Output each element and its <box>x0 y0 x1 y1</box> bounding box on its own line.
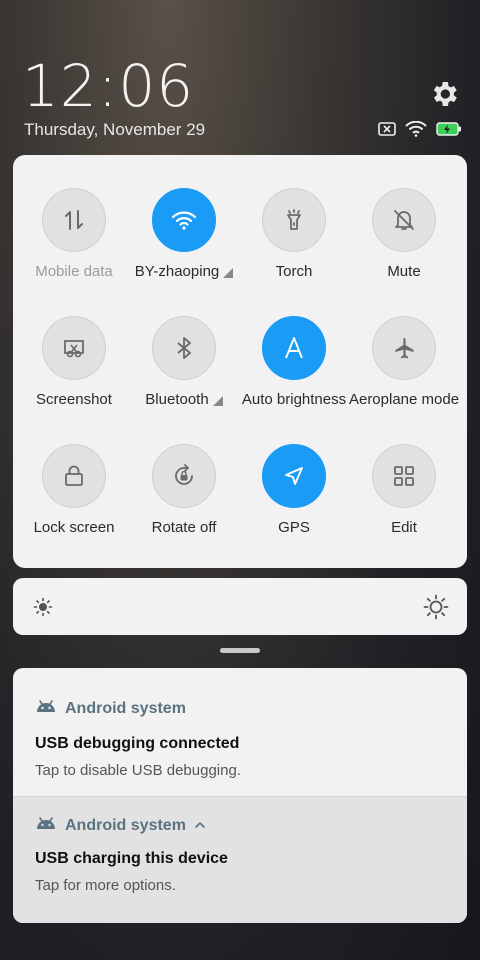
tile-label: Mobile data <box>35 263 113 280</box>
tile-label: Screenshot <box>36 391 112 408</box>
notification-card[interactable]: Android system USB debugging connected T… <box>13 668 467 796</box>
notification-title: USB debugging connected <box>35 735 240 752</box>
tile-lock-screen[interactable]: Lock screen <box>19 444 129 536</box>
tile-mute[interactable]: Mute <box>349 188 459 280</box>
sun-small-icon <box>33 597 53 622</box>
clock-time[interactable]: 12:06 <box>22 52 194 120</box>
tile-label: Aeroplane mode <box>348 391 460 408</box>
android-icon <box>35 815 57 836</box>
tile-aeroplane[interactable]: Aeroplane mode <box>349 316 459 408</box>
screenshot-icon <box>42 316 106 380</box>
wifi-icon <box>152 188 216 252</box>
tile-label: Mute <box>387 263 421 280</box>
expand-triangle-icon[interactable] <box>223 267 234 278</box>
sun-large-icon <box>423 594 449 625</box>
notification-card[interactable]: Android system USB charging this device … <box>13 796 467 923</box>
tile-label: BY-zhaoping <box>134 263 220 280</box>
tile-label-row: Bluetooth <box>145 391 223 408</box>
status-icons <box>378 121 462 137</box>
no-sim-icon <box>378 122 396 136</box>
lock-icon <box>42 444 106 508</box>
drag-handle[interactable] <box>220 648 260 653</box>
tile-torch[interactable]: Torch <box>239 188 349 280</box>
battery-charging-icon <box>436 122 462 136</box>
tile-label: GPS <box>278 519 310 536</box>
rotate-lock-icon <box>152 444 216 508</box>
torch-icon <box>262 188 326 252</box>
clock-date: Thursday, November 29 <box>24 120 206 139</box>
tile-rotate[interactable]: Rotate off <box>129 444 239 536</box>
bell-off-icon <box>372 188 436 252</box>
data-arrows-icon <box>42 188 106 252</box>
airplane-icon <box>372 316 436 380</box>
tile-screenshot[interactable]: Screenshot <box>19 316 129 408</box>
expand-triangle-icon[interactable] <box>212 395 223 406</box>
gear-icon[interactable] <box>428 78 460 110</box>
tile-edit[interactable]: Edit <box>349 444 459 536</box>
auto-brightness-icon <box>262 316 326 380</box>
notification-title: USB charging this device <box>35 850 228 867</box>
tile-gps[interactable]: GPS <box>239 444 349 536</box>
android-icon <box>35 698 57 719</box>
notification-app-row: Android system <box>35 698 186 719</box>
notification-app-name: Android system <box>65 699 186 717</box>
notification-text: Tap to disable USB debugging. <box>35 762 241 779</box>
notification-list: Android system USB debugging connected T… <box>13 668 467 923</box>
chevron-up-icon[interactable] <box>194 817 206 835</box>
location-arrow-icon <box>262 444 326 508</box>
notification-app-name: Android system <box>65 816 186 834</box>
tile-label: Lock screen <box>33 519 115 536</box>
brightness-slider[interactable] <box>13 578 467 635</box>
grid-icon <box>372 444 436 508</box>
tile-label: Bluetooth <box>145 391 209 408</box>
bluetooth-icon <box>152 316 216 380</box>
tile-bluetooth[interactable]: Bluetooth <box>129 316 239 408</box>
quick-settings-panel: Mobile data BY-zhaoping Torch Mute Scree… <box>13 155 467 568</box>
tile-wifi[interactable]: BY-zhaoping <box>129 188 239 280</box>
tile-label: Rotate off <box>151 519 217 536</box>
tile-mobile-data[interactable]: Mobile data <box>19 188 129 280</box>
notification-app-row: Android system <box>35 815 206 836</box>
notification-text: Tap for more options. <box>35 877 176 894</box>
wifi-icon <box>404 121 428 137</box>
tile-label: Auto brightness <box>241 391 347 408</box>
tile-label: Torch <box>275 263 313 280</box>
tile-label-row: BY-zhaoping <box>135 263 234 280</box>
tile-label: Edit <box>391 519 417 536</box>
tile-auto-brightness[interactable]: Auto brightness <box>239 316 349 408</box>
